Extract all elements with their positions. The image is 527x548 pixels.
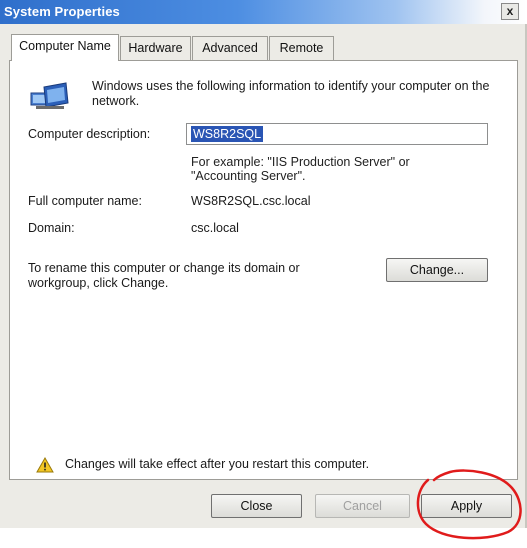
computer-description-value: WS8R2SQL [191,126,264,142]
window-title: System Properties [4,4,120,19]
close-window-button[interactable]: x [501,3,519,20]
cancel-button[interactable]: Cancel [315,494,410,518]
domain-label: Domain: [28,221,75,235]
tab-hardware[interactable]: Hardware [120,36,191,60]
rename-line-1: To rename this computer or change its do… [28,261,300,275]
domain-value: csc.local [191,221,239,235]
example-line-2: "Accounting Server". [191,169,306,183]
system-properties-window: System Properties x Computer Name Hardwa… [0,0,527,528]
tab-computer-name[interactable]: Computer Name [11,34,119,61]
full-computer-name-label: Full computer name: [28,194,142,208]
warning-icon [36,457,54,473]
title-bar[interactable]: System Properties x [0,0,527,24]
change-button[interactable]: Change... [386,258,488,282]
description-example: For example: "IIS Production Server" or … [191,155,410,183]
tab-advanced[interactable]: Advanced [192,36,268,60]
close-button[interactable]: Close [211,494,302,518]
full-computer-name-value: WS8R2SQL.csc.local [191,194,311,208]
rename-instructions: To rename this computer or change its do… [28,261,300,291]
restart-warning-text: Changes will take effect after you resta… [65,457,370,471]
tab-remote[interactable]: Remote [269,36,334,60]
example-line-1: For example: "IIS Production Server" or [191,155,410,169]
intro-text: Windows uses the following information t… [92,79,490,108]
computer-description-label: Computer description: [28,127,151,141]
rename-line-2: workgroup, click Change. [28,276,169,290]
computer-name-panel: Windows uses the following information t… [9,60,518,480]
computer-description-input[interactable]: WS8R2SQL [186,123,488,145]
dialog-footer: Close Cancel Apply [0,482,527,528]
network-computer-icon [30,82,69,109]
apply-button[interactable]: Apply [421,494,512,518]
